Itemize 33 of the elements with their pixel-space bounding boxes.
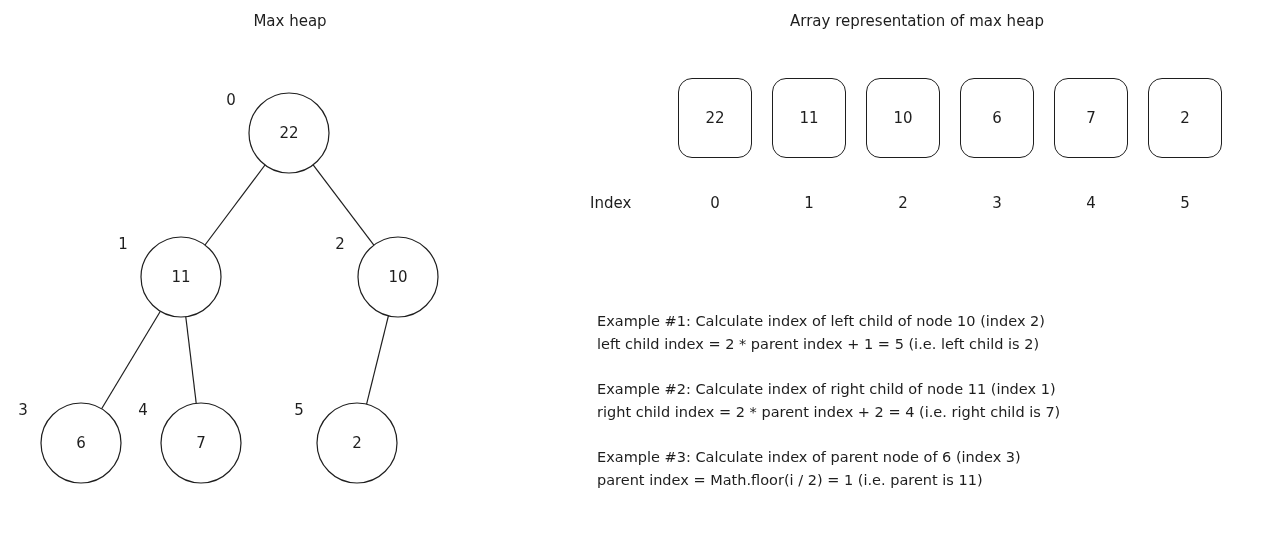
example-text: Example #2: Calculate index of right child of node 11 (index 1) <box>597 380 1057 399</box>
index-label: Index <box>589 194 633 212</box>
node-index: 5 <box>294 401 304 419</box>
node-value: 10 <box>388 268 408 286</box>
array-index: 4 <box>1086 194 1096 212</box>
array-cell: 22 <box>678 78 752 158</box>
node-index: 1 <box>118 235 128 253</box>
node-value: 2 <box>352 434 362 452</box>
example-text: parent index = Math.floor(i / 2) = 1 (i.e. parent is 11) <box>597 471 984 490</box>
array-title: Array representation of max heap <box>790 12 1046 30</box>
node-index: 3 <box>18 401 28 419</box>
example-text: left child index = 2 * parent index + 1 = 5 (i.e. left child is 2) <box>597 335 1041 354</box>
array-cell: 7 <box>1054 78 1128 158</box>
example-text: Example #1: Calculate index of left child of node 10 (index 2) <box>597 312 1046 331</box>
array-index: 3 <box>992 194 1002 212</box>
node-index: 4 <box>138 401 148 419</box>
node-index: 2 <box>335 235 345 253</box>
node-index: 0 <box>226 91 236 109</box>
node-value: 22 <box>279 124 299 142</box>
node-value: 6 <box>76 434 86 452</box>
array-index: 5 <box>1180 194 1190 212</box>
array-cell: 10 <box>866 78 940 158</box>
node-value: 11 <box>171 268 191 286</box>
array-cell: 11 <box>772 78 846 158</box>
array-index: 1 <box>804 194 814 212</box>
diagram-title: Max heap <box>253 12 327 30</box>
example-text: right child index = 2 * parent index + 2 = 4 (i.e. right child is 7) <box>597 403 1062 422</box>
example-text: Example #3: Calculate index of parent node of 6 (index 3) <box>597 448 1022 467</box>
array-cell: 2 <box>1148 78 1222 158</box>
array-index: 2 <box>898 194 908 212</box>
array-cell: 6 <box>960 78 1034 158</box>
node-value: 7 <box>196 434 206 452</box>
array-index: 0 <box>710 194 720 212</box>
